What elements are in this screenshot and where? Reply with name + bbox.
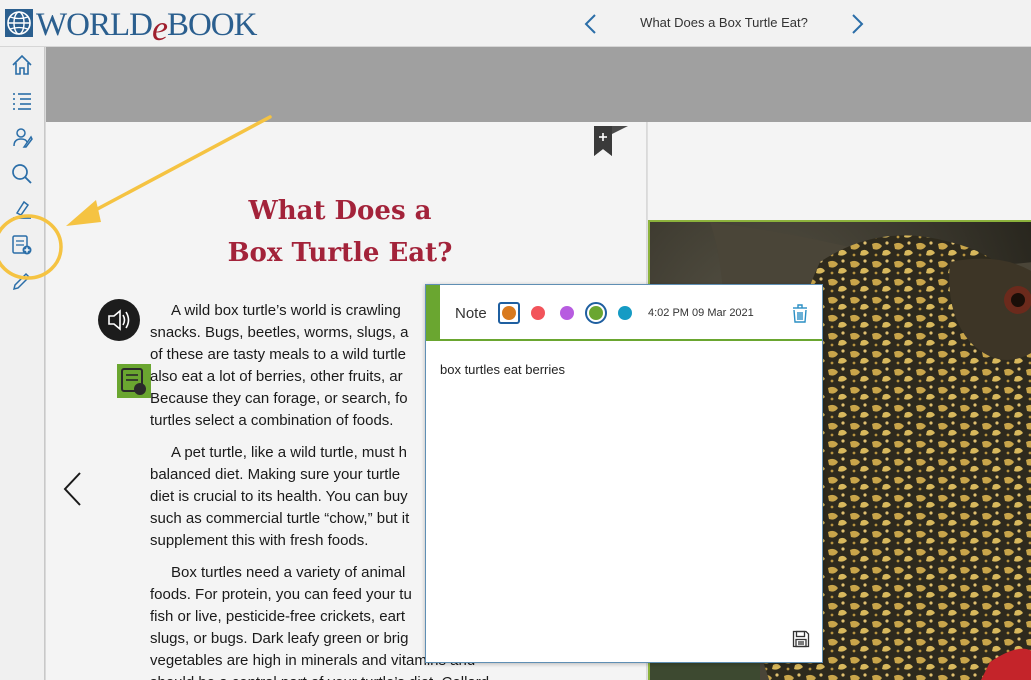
page-title-line-2: Box Turtle Eat? xyxy=(227,238,453,268)
table-of-contents-icon[interactable] xyxy=(10,89,34,113)
note-marker[interactable] xyxy=(117,364,151,398)
color-swatch-blue[interactable] xyxy=(618,306,632,320)
previous-chapter-button[interactable] xyxy=(580,12,602,36)
activities-icon[interactable] xyxy=(10,126,34,150)
toolbar-strip xyxy=(46,47,1031,122)
home-icon[interactable] xyxy=(10,53,34,77)
speaker-icon xyxy=(108,309,130,331)
sidebar xyxy=(0,47,45,680)
edit-icon[interactable] xyxy=(10,269,34,293)
note-timestamp: 4:02 PM 09 Mar 2021 xyxy=(648,307,754,319)
search-icon[interactable] xyxy=(10,162,34,186)
ebook-reader: WORLDeBOOK What Does a Box Turtle Eat? W… xyxy=(0,0,1031,680)
globe-logo-icon xyxy=(5,9,33,37)
page-title-line-1: What Does a xyxy=(248,196,432,226)
worldbook-logo[interactable]: WORLDeBOOK xyxy=(4,4,258,46)
chapter-title: What Does a Box Turtle Eat? xyxy=(640,15,808,30)
note-header: Note 4:02 PM 09 Mar 2021 xyxy=(440,285,822,341)
page-title: What Does a Box Turtle Eat? xyxy=(190,190,490,274)
color-swatch-red[interactable] xyxy=(531,306,545,320)
color-swatch-orange[interactable] xyxy=(502,306,516,320)
note-marker-icon xyxy=(121,368,146,395)
note-textarea[interactable]: box turtles eat berries xyxy=(440,362,810,377)
note-color-bar xyxy=(426,285,440,341)
color-swatch-purple[interactable] xyxy=(560,306,574,320)
previous-page-button[interactable] xyxy=(60,470,86,508)
logo-letter-e: e xyxy=(151,7,168,48)
add-bookmark-button[interactable] xyxy=(592,124,628,158)
next-chapter-button[interactable] xyxy=(846,12,868,36)
highlight-icon[interactable] xyxy=(10,197,34,221)
read-aloud-button[interactable] xyxy=(98,299,140,341)
note-dialog: Note 4:02 PM 09 Mar 2021 box turtles eat… xyxy=(425,284,823,663)
logo-word-world: WORLD xyxy=(36,6,153,43)
note-label: Note xyxy=(455,305,487,322)
logo-word-book: BOOK xyxy=(166,6,258,43)
delete-note-button[interactable] xyxy=(790,302,810,324)
color-swatch-green[interactable] xyxy=(589,306,603,320)
top-bar: WORLDeBOOK What Does a Box Turtle Eat? xyxy=(0,0,1031,47)
add-note-icon[interactable] xyxy=(10,233,34,257)
save-note-button[interactable] xyxy=(792,630,810,648)
